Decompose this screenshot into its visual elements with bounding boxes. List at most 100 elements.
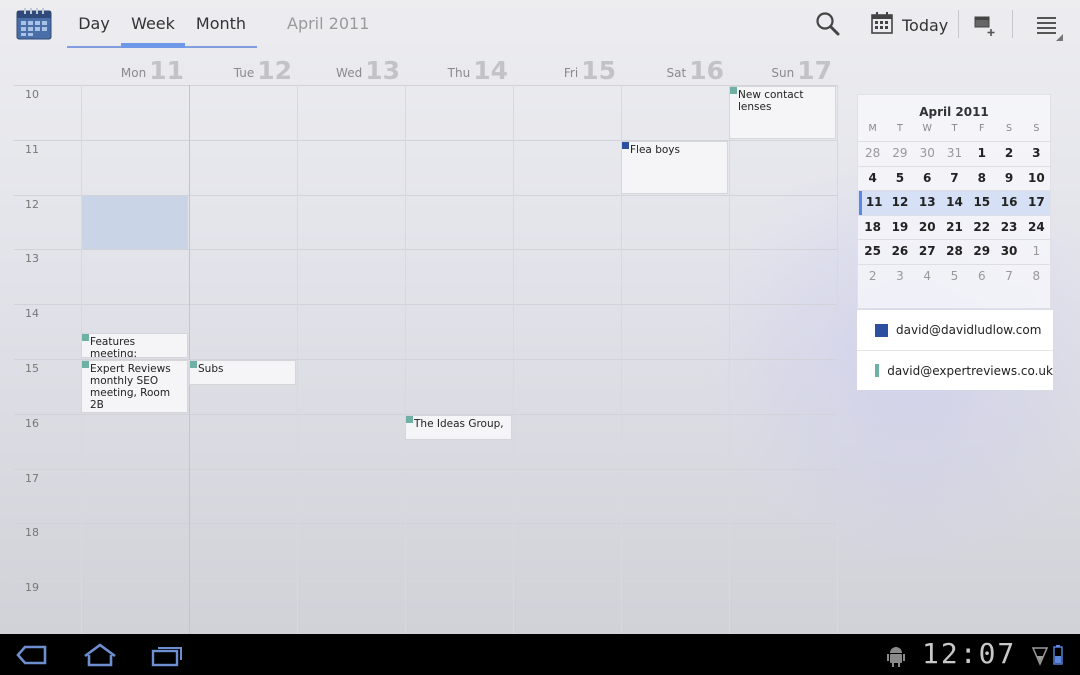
mini-calendar-day[interactable]: 17 (1023, 191, 1050, 215)
mini-calendar-day[interactable]: 25 (859, 240, 886, 264)
day-header-fri[interactable]: Fri 15 (514, 56, 622, 86)
mini-calendar-day[interactable]: 11 (859, 191, 886, 215)
mini-calendar-day[interactable]: 5 (886, 167, 913, 191)
new-event-icon[interactable] (972, 12, 998, 38)
mini-calendar-day[interactable]: 1 (968, 142, 995, 166)
mini-calendar-day[interactable]: 6 (914, 167, 941, 191)
day-column-divider (405, 85, 406, 635)
mini-calendar-day[interactable]: 8 (1023, 265, 1050, 289)
mini-calendar-day[interactable]: 22 (968, 216, 995, 240)
mini-calendar-week[interactable]: 18 19 20 21 22 23 24 (858, 214, 1050, 240)
mini-calendar-day[interactable]: 16 (995, 191, 1022, 215)
day-header-thu[interactable]: Thu 14 (406, 56, 514, 86)
selected-time-slot[interactable] (82, 196, 188, 250)
hour-label: 13 (25, 252, 39, 265)
mini-calendar-day[interactable]: 10 (1023, 167, 1050, 191)
view-tabs: Day Week Month (67, 0, 257, 48)
mini-calendar-day[interactable]: 29 (886, 142, 913, 166)
mini-calendar-week[interactable]: 2345678 (858, 264, 1050, 289)
event-block[interactable]: Features meeting: (81, 332, 188, 358)
recent-apps-icon[interactable] (150, 642, 184, 668)
mini-calendar-week[interactable]: 4 5 6 7 8 9 10 (858, 165, 1050, 191)
back-icon[interactable] (14, 642, 48, 668)
mini-calendar-day[interactable]: 13 (914, 191, 941, 215)
day-header-wed[interactable]: Wed 13 (298, 56, 406, 86)
day-name: Thu (447, 66, 471, 80)
mini-calendar-week[interactable]: 11 12 13 14 15 16 17 (858, 190, 1050, 215)
mini-calendar-day[interactable]: 18 (859, 216, 886, 240)
tab-day[interactable]: Day (67, 0, 121, 46)
mini-calendar-day[interactable]: 30 (995, 240, 1022, 264)
status-clock[interactable]: 12:07 (922, 637, 1016, 670)
day-header-tue[interactable]: Tue 12 (190, 56, 298, 86)
day-column-divider (837, 85, 838, 635)
calendar-color-chip (82, 360, 89, 368)
event-block[interactable]: New contact lenses (729, 86, 836, 139)
day-header-sun[interactable]: Sun 17 (730, 56, 838, 86)
tab-week[interactable]: Week (121, 0, 185, 48)
day-column-divider (297, 85, 298, 635)
calendar-account-item[interactable]: david@davidludlow.com (857, 310, 1053, 350)
mini-calendar-day[interactable]: 6 (968, 265, 995, 289)
mini-calendar-day[interactable]: 5 (941, 265, 968, 289)
mini-calendar-day[interactable]: 7 (941, 167, 968, 191)
mini-calendar-day[interactable]: 2 (859, 265, 886, 289)
mini-calendar-day[interactable]: 24 (1023, 216, 1050, 240)
mini-calendar-day[interactable]: 30 (914, 142, 941, 166)
mini-calendar-day[interactable]: 1 (1023, 240, 1050, 264)
mini-calendar-day[interactable]: 3 (886, 265, 913, 289)
event-title: New contact lenses (738, 89, 804, 113)
day-header-sat[interactable]: Sat 16 (622, 56, 730, 86)
calendar-app-icon[interactable] (16, 8, 52, 40)
mini-calendar-day[interactable]: 28 (941, 240, 968, 264)
mini-calendar-day[interactable]: 19 (886, 216, 913, 240)
tab-month[interactable]: Month (185, 0, 257, 46)
mini-calendar-day[interactable]: 14 (941, 191, 968, 215)
mini-calendar-day[interactable]: 4 (859, 167, 886, 191)
calendar-color-chip (82, 333, 89, 341)
mini-calendar-week[interactable]: 28 29 30 31 1 2 3 (858, 141, 1050, 166)
home-icon[interactable] (82, 642, 118, 668)
mini-calendar-day[interactable]: 20 (914, 216, 941, 240)
hour-label: 16 (25, 417, 39, 430)
search-icon[interactable] (814, 10, 842, 38)
account-email: david@davidludlow.com (896, 323, 1042, 337)
mini-calendar-day[interactable]: 15 (968, 191, 995, 215)
mini-calendar-week[interactable]: 25 26 27 28 29 30 1 (858, 239, 1050, 264)
mini-calendar-day[interactable]: 8 (968, 167, 995, 191)
mini-calendar-day[interactable]: 26 (886, 240, 913, 264)
day-date: 11 (149, 56, 184, 85)
current-month-title: April 2011 (287, 14, 370, 33)
mini-calendar-day[interactable]: 3 (1023, 142, 1050, 166)
day-column-divider (513, 85, 514, 635)
event-block[interactable]: The Ideas Group, (405, 414, 512, 441)
calendar-accounts-list: david@davidludlow.com david@expertreviews… (857, 310, 1053, 390)
mini-calendar-day[interactable]: 9 (995, 167, 1022, 191)
week-grid[interactable]: 10 11 12 13 14 15 16 17 18 19 New contact lenses Fl… (0, 85, 838, 635)
hour-label: 12 (25, 198, 39, 211)
overflow-menu-icon[interactable] (1034, 12, 1064, 42)
day-header-mon[interactable]: Mon 11 (82, 56, 190, 86)
account-email: david@expertreviews.co.uk (887, 363, 1053, 378)
calendar-account-item[interactable]: david@expertreviews.co.uk (857, 350, 1053, 390)
event-block[interactable]: Subs (189, 360, 296, 386)
mini-calendar-day[interactable]: 28 (859, 142, 886, 166)
mini-calendar-day[interactable]: 23 (995, 216, 1022, 240)
hour-label: 18 (25, 526, 39, 539)
day-date: 13 (365, 56, 400, 85)
mini-calendar-day[interactable]: 29 (968, 240, 995, 264)
mini-calendar-day[interactable]: 31 (941, 142, 968, 166)
mini-calendar-day[interactable]: 2 (995, 142, 1022, 166)
mini-calendar-day[interactable]: 27 (914, 240, 941, 264)
android-debug-icon[interactable] (886, 645, 906, 671)
mini-month-calendar: April 2011 MTWTFSS 28 29 30 31 1 2 3 4 5 6 7 8 9 10 11… (857, 94, 1051, 309)
event-block[interactable]: Flea boys (621, 140, 728, 194)
mini-calendar-day[interactable]: 4 (914, 265, 941, 289)
today-button[interactable]: Today (870, 10, 948, 40)
mini-calendar-day[interactable]: 12 (886, 191, 913, 215)
hour-label: 14 (25, 307, 39, 320)
event-block[interactable]: Expert Reviews monthly SEO meeting, Room… (81, 360, 188, 413)
weekday-label: T (951, 123, 958, 134)
mini-calendar-day[interactable]: 21 (941, 216, 968, 240)
mini-calendar-day[interactable]: 7 (995, 265, 1022, 289)
